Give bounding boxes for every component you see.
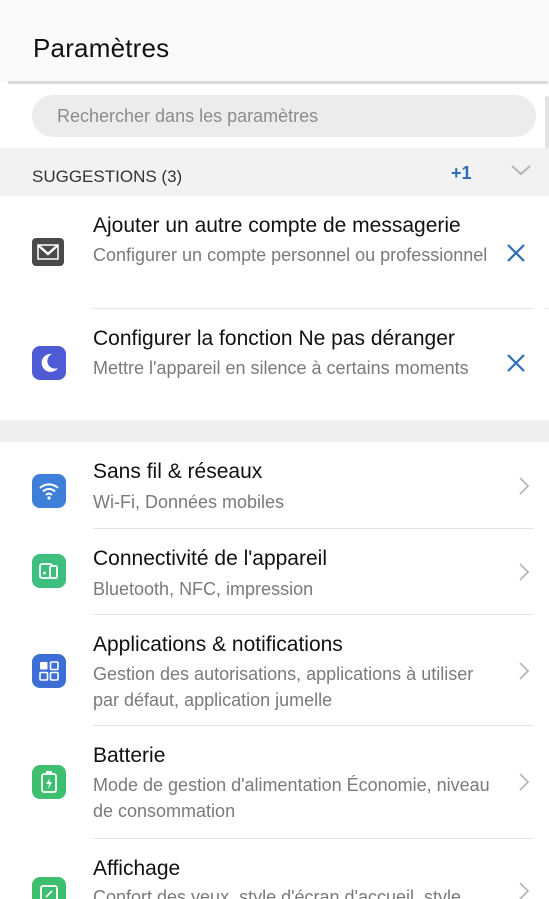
suggestion-subtitle: Configurer un compte personnel ou profes…	[93, 245, 488, 265]
mail-icon	[32, 238, 64, 266]
chevron-right-icon	[519, 882, 530, 899]
settings-item-subtitle: Mode de gestion d'alimentation Économie,…	[93, 775, 490, 821]
settings-item-subtitle: Confort des yeux, style d'écran d'accuei…	[93, 887, 462, 899]
suggestion-do-not-disturb[interactable]: Configurer la fonction Ne pas déranger M…	[0, 309, 549, 420]
settings-item-display[interactable]: Affichage Confort des yeux, style d'écra…	[0, 839, 549, 899]
section-gap	[0, 420, 549, 442]
suggestions-count: +1	[451, 163, 472, 183]
moon-icon	[32, 346, 66, 380]
settings-item-subtitle: Bluetooth, NFC, impression	[93, 579, 314, 599]
settings-item-title: Applications & notifications	[93, 633, 343, 656]
settings-item-device-connectivity[interactable]: Connectivité de l'appareil Bluetooth, NF…	[0, 529, 549, 614]
suggestion-title: Configurer la fonction Ne pas déranger	[93, 327, 455, 350]
apps-grid-icon	[32, 654, 66, 688]
settings-item-subtitle: Wi-Fi, Données mobiles	[93, 492, 285, 512]
chevron-right-icon	[519, 563, 530, 581]
search-placeholder: Rechercher dans les paramètres	[57, 106, 319, 126]
suggestion-add-email-account[interactable]: Ajouter un autre compte de messagerie Co…	[0, 196, 549, 308]
search-input[interactable]: Rechercher dans les paramètres	[32, 95, 536, 137]
chevron-right-icon	[519, 773, 530, 791]
app-header: Paramètres	[0, 0, 549, 84]
display-icon	[32, 877, 66, 899]
suggestions-title: SUGGESTIONS (3)	[32, 167, 183, 186]
wifi-icon	[32, 474, 66, 508]
suggestion-subtitle: Mettre l'appareil en silence à certains …	[93, 358, 469, 378]
settings-item-title: Batterie	[93, 744, 166, 767]
settings-item-subtitle: Gestion des autorisations, applications …	[93, 664, 474, 710]
settings-item-apps-notifications[interactable]: Applications & notifications Gestion des…	[0, 615, 549, 725]
chevron-right-icon	[519, 477, 530, 495]
settings-item-title: Affichage	[93, 857, 181, 880]
battery-icon	[32, 765, 66, 799]
settings-item-title: Connectivité de l'appareil	[93, 547, 327, 570]
settings-item-wireless-networks[interactable]: Sans fil & réseaux Wi-Fi, Données mobile…	[0, 442, 549, 528]
settings-item-title: Sans fil & réseaux	[93, 460, 263, 483]
page-title: Paramètres	[33, 33, 170, 63]
close-icon[interactable]	[505, 242, 527, 264]
chevron-down-icon[interactable]	[510, 162, 532, 178]
suggestions-header[interactable]: SUGGESTIONS (3) +1	[0, 148, 549, 196]
device-connectivity-icon	[32, 554, 66, 588]
close-icon[interactable]	[505, 352, 527, 374]
chevron-right-icon	[519, 662, 530, 680]
suggestion-title: Ajouter un autre compte de messagerie	[93, 214, 461, 237]
settings-item-battery[interactable]: Batterie Mode de gestion d'alimentation …	[0, 726, 549, 838]
header-divider	[8, 81, 548, 84]
